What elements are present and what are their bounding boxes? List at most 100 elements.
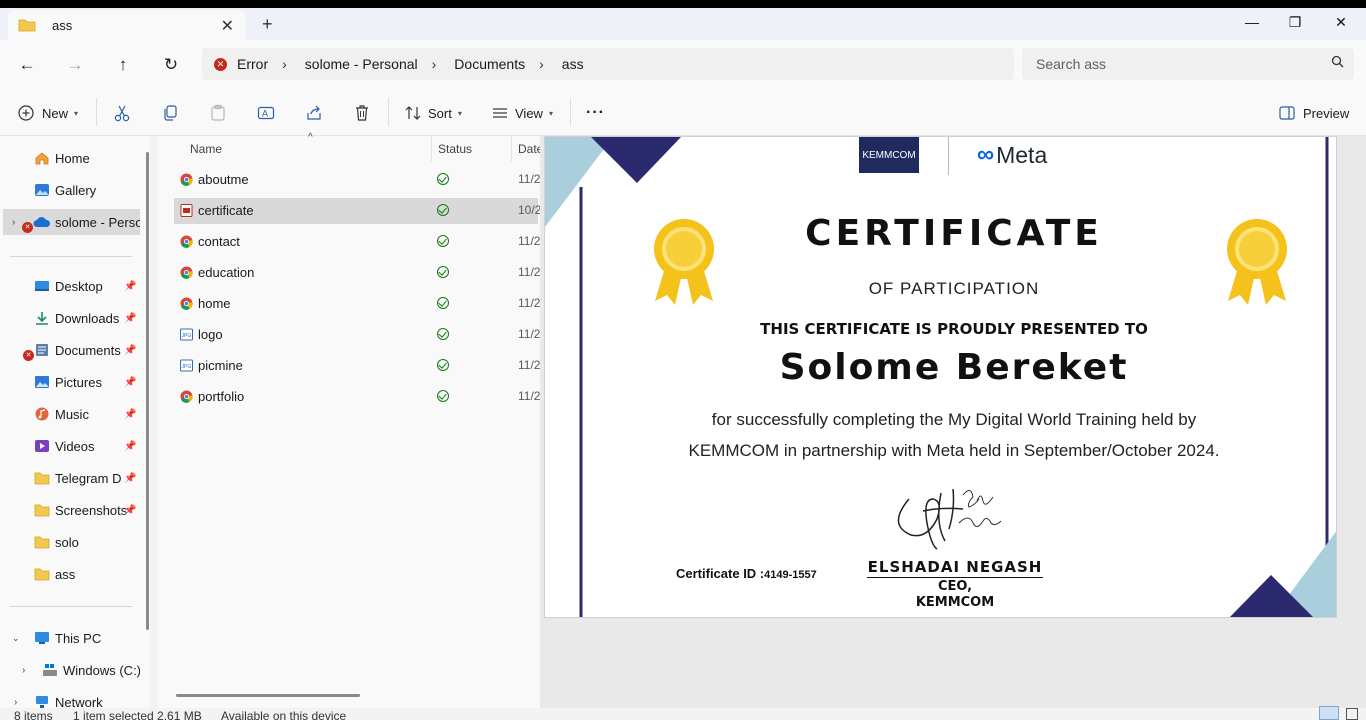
pin-icon[interactable]: 📌 bbox=[124, 313, 136, 324]
column-header-date[interactable]: Date bbox=[518, 142, 540, 156]
pc-icon bbox=[35, 632, 49, 644]
sync-ok-icon bbox=[437, 173, 449, 185]
chevron-right-icon[interactable]: › bbox=[14, 697, 17, 708]
sidebar-item-documents[interactable]: ✕ Documents 📌 bbox=[0, 337, 140, 363]
navigation-pane: Home Gallery › ✕ solome - Personal Deskt… bbox=[0, 136, 150, 710]
chevron-right-icon[interactable]: › bbox=[12, 217, 15, 228]
preview-pane-icon bbox=[1279, 106, 1295, 120]
column-divider[interactable] bbox=[431, 136, 432, 162]
pin-icon[interactable]: 📌 bbox=[124, 409, 136, 420]
forward-button[interactable]: → bbox=[64, 54, 86, 76]
pin-icon[interactable]: 📌 bbox=[124, 281, 136, 292]
folder-icon bbox=[18, 19, 36, 32]
breadcrumb-error[interactable]: Error bbox=[237, 56, 268, 72]
file-name: portfolio bbox=[198, 389, 245, 404]
file-name: education bbox=[198, 265, 255, 280]
documents-icon bbox=[36, 344, 48, 356]
preview-pane-button[interactable]: Preview bbox=[1279, 102, 1349, 124]
meta-infinity-icon: ∞ bbox=[977, 141, 995, 168]
file-row[interactable]: contact 11/2 bbox=[174, 229, 540, 255]
file-row[interactable]: portfolio 11/2 bbox=[174, 384, 540, 410]
folder-icon bbox=[34, 472, 50, 485]
sidebar-item-label: Videos bbox=[55, 438, 95, 454]
sidebar-item-pictures[interactable]: Pictures 📌 bbox=[0, 369, 140, 395]
file-row[interactable]: home 11/2 bbox=[174, 291, 540, 317]
copy-button[interactable] bbox=[161, 102, 179, 124]
sidebar-scrollbar[interactable] bbox=[146, 152, 149, 630]
breadcrumb-documents[interactable]: Documents bbox=[454, 56, 525, 72]
pin-icon[interactable]: 📌 bbox=[124, 505, 136, 516]
sidebar-item-solo[interactable]: solo bbox=[0, 529, 140, 555]
more-options-button[interactable]: ··· bbox=[586, 102, 605, 124]
sidebar-item-downloads[interactable]: Downloads 📌 bbox=[0, 305, 140, 331]
sync-ok-icon bbox=[437, 390, 449, 402]
pin-icon[interactable]: 📌 bbox=[124, 345, 136, 356]
paste-button[interactable] bbox=[209, 102, 227, 124]
delete-button[interactable] bbox=[353, 102, 371, 124]
chevron-right-icon[interactable]: › bbox=[282, 56, 287, 72]
cut-button[interactable] bbox=[113, 102, 131, 124]
address-bar[interactable]: ✕ Error › solome - Personal › Documents … bbox=[202, 48, 1014, 80]
chevron-down-icon[interactable]: ⌄ bbox=[12, 633, 20, 644]
search-box[interactable]: Search ass bbox=[1022, 48, 1354, 80]
sidebar-item-screenshots[interactable]: Screenshots 📌 bbox=[0, 497, 140, 523]
sidebar-item-telegram-desktop[interactable]: Telegram Desktop 📌 bbox=[0, 465, 140, 491]
file-row[interactable]: education 11/2 bbox=[174, 260, 540, 286]
chevron-right-icon[interactable]: › bbox=[539, 56, 544, 72]
sidebar-item-music[interactable]: Music 📌 bbox=[0, 401, 140, 427]
view-button[interactable]: View ▾ bbox=[491, 102, 553, 124]
rename-button[interactable]: A bbox=[257, 102, 275, 124]
pin-icon[interactable]: 📌 bbox=[124, 377, 136, 388]
details-view-button[interactable] bbox=[1319, 706, 1339, 720]
column-header-status[interactable]: Status bbox=[438, 142, 472, 156]
sidebar-divider bbox=[10, 606, 132, 607]
chevron-down-icon: ▾ bbox=[548, 108, 553, 118]
share-button[interactable] bbox=[305, 102, 323, 124]
up-button[interactable]: ↑ bbox=[112, 54, 134, 76]
sidebar-item-network[interactable]: › Network bbox=[0, 689, 140, 710]
sidebar-item-desktop[interactable]: Desktop 📌 bbox=[0, 273, 140, 299]
sidebar-item-gallery[interactable]: Gallery bbox=[0, 177, 140, 203]
file-name: aboutme bbox=[198, 172, 249, 187]
breadcrumb-onedrive[interactable]: solome - Personal bbox=[305, 56, 418, 72]
sidebar-item-ass[interactable]: ass bbox=[0, 561, 140, 587]
sidebar-item-label: Downloads bbox=[55, 310, 120, 326]
new-button[interactable]: New ▾ bbox=[18, 102, 78, 124]
close-tab-icon[interactable]: ✕ bbox=[221, 16, 234, 36]
column-divider[interactable] bbox=[511, 136, 512, 162]
sort-button[interactable]: Sort ▾ bbox=[404, 102, 462, 124]
pin-icon[interactable]: 📌 bbox=[124, 473, 136, 484]
jpg-file-icon: JPG bbox=[180, 359, 193, 372]
restore-button[interactable]: ❐ bbox=[1285, 14, 1305, 31]
sidebar-divider bbox=[10, 256, 132, 257]
refresh-button[interactable]: ↻ bbox=[160, 54, 182, 76]
back-button[interactable]: ← bbox=[16, 54, 38, 76]
tiles-view-button[interactable] bbox=[1346, 708, 1358, 720]
close-window-button[interactable]: ✕ bbox=[1331, 14, 1351, 31]
sidebar-item-this-pc[interactable]: ⌄ This PC bbox=[0, 625, 140, 651]
breadcrumb-current[interactable]: ass bbox=[562, 56, 584, 72]
tab-ass[interactable]: ass ✕ bbox=[8, 10, 246, 40]
search-input[interactable]: Search ass bbox=[1036, 56, 1106, 72]
pdf-file-icon bbox=[180, 204, 193, 217]
chevron-right-icon[interactable]: › bbox=[22, 665, 25, 676]
file-row[interactable]: JPG logo 11/2 bbox=[174, 322, 540, 348]
sidebar-item-home[interactable]: Home bbox=[0, 145, 140, 171]
sidebar-item-videos[interactable]: Videos 📌 bbox=[0, 433, 140, 459]
new-tab-button[interactable]: + bbox=[262, 14, 273, 35]
sidebar-item-label: Pictures bbox=[55, 374, 102, 390]
onedrive-icon bbox=[33, 217, 51, 227]
file-row[interactable]: certificate 10/2 bbox=[174, 198, 541, 224]
minimize-button[interactable]: — bbox=[1242, 14, 1262, 30]
file-list-scrollbar[interactable] bbox=[176, 694, 360, 697]
sidebar-item-onedrive[interactable]: › ✕ solome - Personal bbox=[3, 209, 140, 235]
chevron-right-icon[interactable]: › bbox=[432, 56, 437, 72]
column-header-name[interactable]: Name bbox=[190, 142, 222, 156]
pin-icon[interactable]: 📌 bbox=[124, 441, 136, 452]
folder-icon bbox=[34, 536, 50, 549]
sidebar-item-windows-c[interactable]: › Windows (C:) bbox=[0, 657, 140, 683]
file-row[interactable]: JPG picmine 11/2 bbox=[174, 353, 540, 379]
file-row[interactable]: aboutme 11/2 bbox=[174, 167, 540, 193]
preview-label: Preview bbox=[1303, 105, 1350, 121]
certificate-subtitle: OF PARTICIPATION bbox=[868, 279, 1040, 298]
